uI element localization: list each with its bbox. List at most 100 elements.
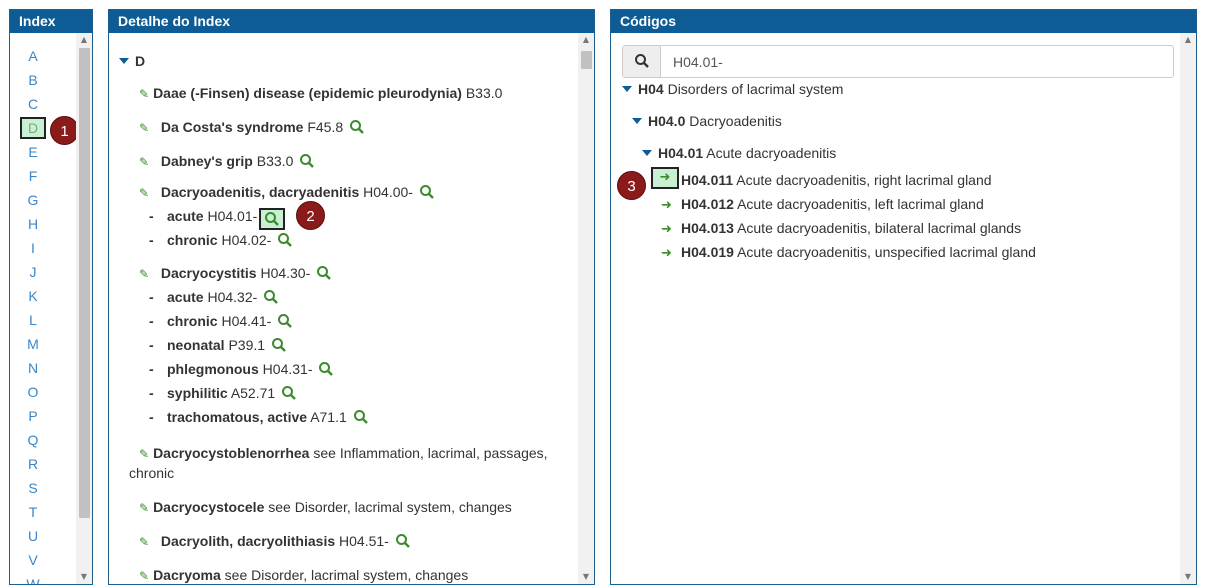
pin-icon[interactable]: ✎ [139,155,149,169]
codes-scrollbar[interactable]: ▲ ▼ [1180,33,1196,584]
pin-icon[interactable]: ✎ [139,569,149,583]
index-entry-continuation: chronic [129,465,175,481]
index-entry: ✎ Dacryolith, dacryolithiasis H04.51- [139,533,411,549]
letter-j[interactable]: J [20,261,46,283]
search-icon[interactable] [263,289,279,305]
index-entry: ✎ Daae (-Finsen) disease (epidemic pleuro… [139,85,503,101]
letter-p[interactable]: P [20,405,46,427]
index-entry: ✎ Dacryocystocele see Disorder, lacrimal … [139,499,512,515]
search-icon[interactable] [277,232,293,248]
caret-down-icon[interactable] [642,150,652,156]
letter-m[interactable]: M [20,333,46,355]
scroll-thumb[interactable] [581,51,592,69]
letter-o[interactable]: O [20,381,46,403]
letter-v[interactable]: V [20,549,46,571]
letter-a[interactable]: A [20,45,46,67]
index-subentry: - acute H04.01- [149,208,286,230]
pin-icon[interactable]: ✎ [139,87,149,101]
letter-t[interactable]: T [20,501,46,523]
tree-leaf[interactable]: H04.011 Acute dacryoadenitis, right lacr… [681,172,992,188]
codes-panel-body: H04 Disorders of lacrimal system H04.0 D… [611,33,1196,584]
pin-icon[interactable]: ✎ [139,121,149,135]
search-icon [634,54,649,68]
letter-r[interactable]: R [20,453,46,475]
caret-down-icon[interactable] [622,86,632,92]
code-search [622,45,1174,78]
tree-leaf[interactable]: ➜ H04.013 Acute dacryoadenitis, bilateral… [661,220,1021,237]
index-entry: ✎ Dacryocystoblenorrhea see Inflammation,… [139,445,548,461]
search-icon[interactable] [353,409,369,425]
scroll-thumb[interactable] [79,48,90,518]
search-icon[interactable] [299,153,315,169]
tree-node[interactable]: H04.0 Dacryoadenitis [632,113,782,129]
section-letter: D [135,53,146,69]
index-entry: ✎ Dacryoadenitis, dacryadenitis H04.00- [139,184,435,200]
index-panel-title: Index [10,10,92,33]
scroll-up-arrow-icon[interactable]: ▲ [76,33,92,47]
scroll-down-arrow-icon[interactable]: ▼ [1180,570,1196,584]
letter-f[interactable]: F [20,165,46,187]
letter-b[interactable]: B [20,69,46,91]
pin-icon[interactable]: ✎ [139,186,149,200]
detail-panel-body: D ✎ Daae (-Finsen) disease (epidemic pleu… [109,33,594,584]
arrow-right-icon[interactable]: ➜ [661,198,675,213]
search-icon[interactable] [419,184,435,200]
index-entry: ✎ Dacryocystitis H04.30- [139,265,332,281]
letter-w[interactable]: W [20,573,46,584]
caret-down-icon [119,58,129,64]
search-icon-highlighted[interactable] [259,208,286,230]
tree-node[interactable]: H04.01 Acute dacryoadenitis [642,145,836,161]
letter-i[interactable]: I [20,237,46,259]
letter-g[interactable]: G [20,189,46,211]
section-header[interactable]: D [119,53,145,69]
tree-leaf[interactable]: ➜ H04.012 Acute dacryoadenitis, left lacr… [661,196,984,213]
index-entry: ✎ Dabney's grip B33.0 [139,153,315,169]
select-arrow-icon-highlighted[interactable]: ➜ [651,167,679,189]
scroll-down-arrow-icon[interactable]: ▼ [76,570,92,584]
letter-q[interactable]: Q [20,429,46,451]
search-icon[interactable] [349,119,365,135]
search-icon[interactable] [395,533,411,549]
tree-node[interactable]: H04 Disorders of lacrimal system [622,81,843,97]
search-button[interactable] [623,46,661,77]
letter-u[interactable]: U [20,525,46,547]
index-subentry: - neonatal P39.1 [149,337,287,353]
pin-icon[interactable]: ✎ [139,501,149,515]
search-icon[interactable] [277,313,293,329]
step-badge-2: 2 [296,201,325,230]
scroll-down-arrow-icon[interactable]: ▼ [578,570,594,584]
codes-panel: Códigos H04 Disorders of lacrimal system… [610,9,1197,585]
letter-k[interactable]: K [20,285,46,307]
pin-icon[interactable]: ✎ [139,535,149,549]
codes-panel-title: Códigos [611,10,1196,33]
index-subentry: - acute H04.32- [149,289,279,305]
letter-n[interactable]: N [20,357,46,379]
letter-e[interactable]: E [20,141,46,163]
letter-c[interactable]: C [20,93,46,115]
letter-l[interactable]: L [20,309,46,331]
arrow-right-icon[interactable]: ➜ [661,246,675,261]
index-panel-body: A B C D E F G H I J K L M N O P Q R S T … [10,33,92,584]
search-icon[interactable] [318,361,334,377]
detail-panel: Detalhe do Index D ✎ Daae (-Finsen) disea… [108,9,595,585]
search-icon[interactable] [271,337,287,353]
letter-h[interactable]: H [20,213,46,235]
pin-icon[interactable]: ✎ [139,447,149,461]
pin-icon[interactable]: ✎ [139,267,149,281]
arrow-right-icon[interactable]: ➜ [661,222,675,237]
index-subentry: - phlegmonous H04.31- [149,361,334,377]
search-icon[interactable] [281,385,297,401]
caret-down-icon[interactable] [632,118,642,124]
detail-scrollbar[interactable]: ▲ ▼ [578,33,594,584]
letter-s[interactable]: S [20,477,46,499]
index-subentry: - syphilitic A52.71 [149,385,297,401]
step-badge-3: 3 [617,171,646,200]
tree-leaf[interactable]: ➜ H04.019 Acute dacryoadenitis, unspecifi… [661,244,1036,261]
scroll-up-arrow-icon[interactable]: ▲ [1180,33,1196,47]
code-search-input[interactable] [661,46,1173,77]
scroll-up-arrow-icon[interactable]: ▲ [578,33,594,47]
search-icon[interactable] [316,265,332,281]
index-scrollbar[interactable]: ▲ ▼ [76,33,92,584]
letter-d-selected[interactable]: D [20,117,46,139]
index-subentry: - chronic H04.41- [149,313,293,329]
